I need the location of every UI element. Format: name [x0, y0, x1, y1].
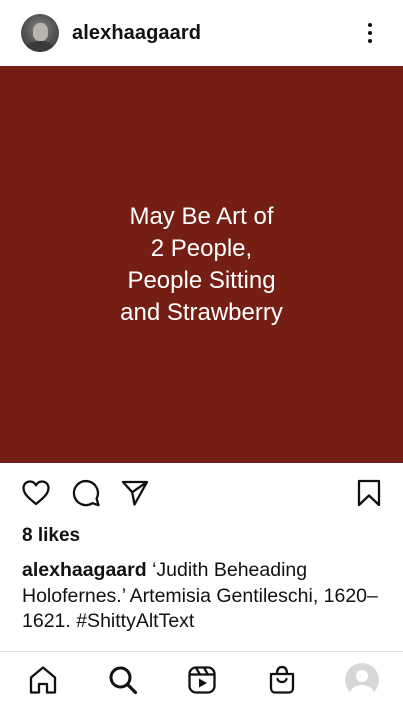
profile-head-shape: [356, 670, 368, 682]
image-alt-text: May Be Art of 2 People, People Sitting a…: [120, 202, 283, 326]
post-caption: alexhaagaard ‘Judith Beheading Holoferne…: [22, 558, 387, 635]
post-header: alexhaagaard: [0, 0, 403, 66]
more-options-button[interactable]: [358, 20, 382, 46]
nav-home[interactable]: [27, 664, 59, 696]
dot-icon: [368, 23, 372, 27]
save-button[interactable]: [354, 478, 384, 508]
username-link[interactable]: alexhaagaard: [72, 20, 201, 46]
share-button[interactable]: [120, 478, 150, 508]
caption-username[interactable]: alexhaagaard: [22, 559, 147, 581]
heart-icon: [22, 480, 50, 506]
comment-button[interactable]: [71, 478, 101, 508]
bottom-navigation-bar: [0, 651, 403, 710]
user-avatar[interactable]: [21, 14, 59, 52]
likes-count[interactable]: 8 likes: [22, 524, 80, 548]
nav-profile-avatar[interactable]: [345, 663, 379, 697]
paper-plane-icon: [121, 480, 149, 506]
avatar-face-shape: [33, 23, 48, 41]
nav-search[interactable]: [107, 664, 139, 696]
avatar-shoulders-shape: [26, 41, 54, 52]
bookmark-icon: [357, 479, 381, 507]
nav-reels[interactable]: [186, 664, 218, 696]
profile-body-shape: [350, 685, 374, 697]
dot-icon: [368, 39, 372, 43]
shop-icon: [269, 665, 295, 694]
like-button[interactable]: [21, 478, 51, 508]
search-icon: [109, 666, 138, 695]
comment-bubble-icon: [72, 480, 100, 507]
reels-icon: [188, 666, 216, 694]
dot-icon: [368, 31, 372, 35]
nav-shop[interactable]: [266, 664, 298, 696]
home-icon: [29, 666, 57, 694]
post-image[interactable]: May Be Art of 2 People, People Sitting a…: [0, 66, 403, 463]
